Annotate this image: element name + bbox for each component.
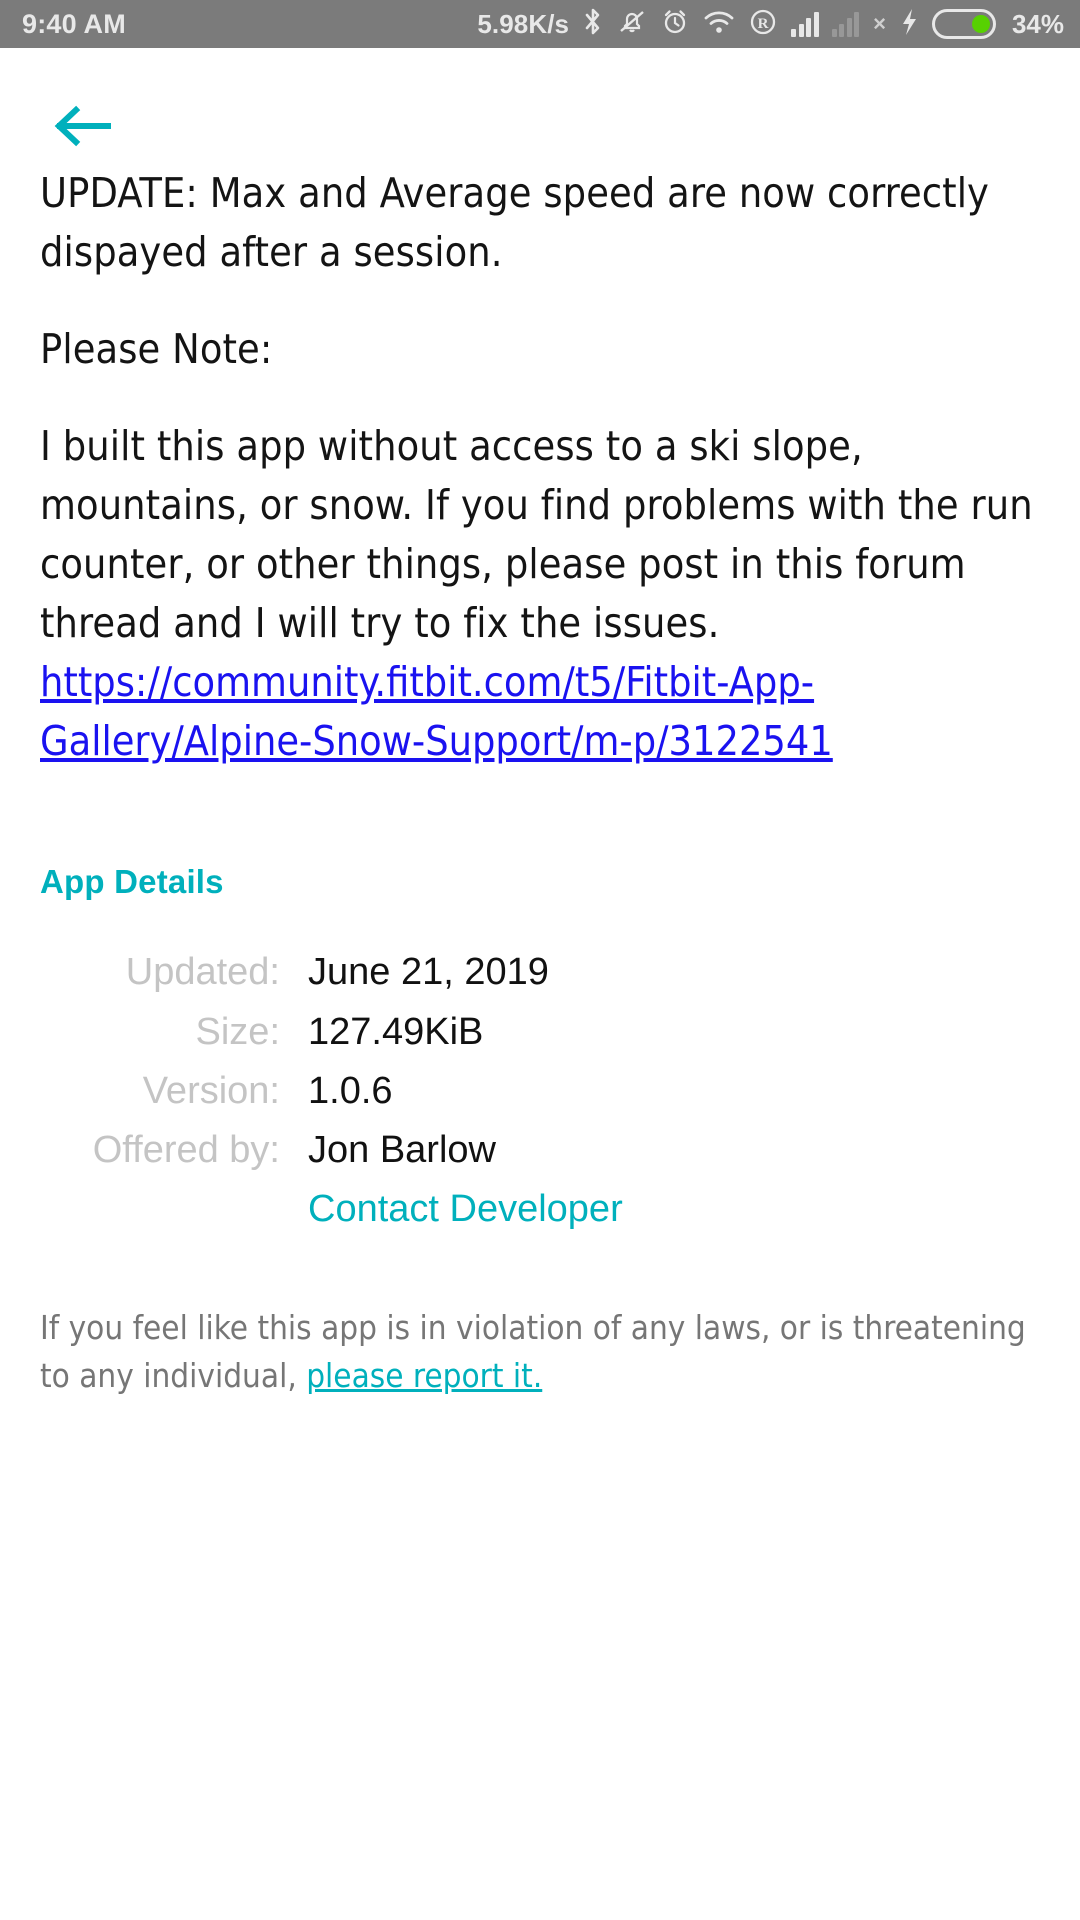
support-forum-link[interactable]: https://community.fitbit.com/t5/Fitbit-A… <box>40 658 833 765</box>
status-bar: 9:40 AM 5.98K/s <box>0 0 1080 48</box>
wifi-icon <box>703 8 735 41</box>
battery-percent-text: 34% <box>1012 9 1064 40</box>
bluetooth-icon <box>582 7 604 42</box>
toolbar <box>0 48 1080 164</box>
detail-value-offered-by: Jon Barlow <box>308 1121 1040 1180</box>
battery-fill <box>972 15 990 33</box>
description-paragraph-body: I built this app without access to a ski… <box>40 417 1040 653</box>
app-detail-screen: UPDATE: Max and Average speed are now co… <box>0 48 1080 1401</box>
registered-r-icon: R <box>748 7 778 42</box>
network-speed-text: 5.98K/s <box>477 9 569 40</box>
status-bar-icons: 5.98K/s <box>477 7 1064 42</box>
contact-developer-link[interactable]: Contact Developer <box>308 1180 1040 1239</box>
svg-text:R: R <box>758 16 769 32</box>
detail-label-version: Version: <box>40 1062 308 1121</box>
detail-label-updated: Updated: <box>40 943 308 1002</box>
table-row: Offered by: Jon Barlow <box>40 1121 1040 1180</box>
detail-value-size: 127.49KiB <box>308 1003 1040 1062</box>
signal-bars-icon <box>791 11 819 37</box>
table-row: Updated: June 21, 2019 <box>40 943 1040 1002</box>
detail-value-version: 1.0.6 <box>308 1062 1040 1121</box>
content-body: UPDATE: Max and Average speed are now co… <box>0 164 1080 1401</box>
detail-value-updated: June 21, 2019 <box>308 943 1040 1002</box>
table-row: Size: 127.49KiB <box>40 1003 1040 1062</box>
detail-label-offered-by: Offered by: <box>40 1121 308 1180</box>
detail-label-empty <box>40 1180 308 1239</box>
app-details-heading: App Details <box>40 863 1040 901</box>
description-paragraph-note-heading: Please Note: <box>40 320 1040 379</box>
app-details-table: Updated: June 21, 2019 Size: 127.49KiB V… <box>40 943 1040 1239</box>
table-row: Contact Developer <box>40 1180 1040 1239</box>
violation-footer: If you feel like this app is in violatio… <box>40 1304 1040 1402</box>
signal-bars-empty-icon <box>832 11 860 37</box>
mute-bell-icon <box>617 7 647 42</box>
back-button[interactable] <box>44 88 120 164</box>
table-row: Version: 1.0.6 <box>40 1062 1040 1121</box>
charging-bolt-icon <box>899 7 919 42</box>
status-bar-clock: 9:40 AM <box>22 9 126 40</box>
detail-label-size: Size: <box>40 1003 308 1062</box>
back-arrow-icon <box>52 103 112 149</box>
battery-icon <box>932 9 996 39</box>
report-app-link[interactable]: please report it. <box>306 1356 542 1395</box>
sim-missing-x-icon: × <box>873 11 886 37</box>
description-paragraph-update: UPDATE: Max and Average speed are now co… <box>40 164 1040 282</box>
alarm-clock-icon <box>660 7 690 42</box>
